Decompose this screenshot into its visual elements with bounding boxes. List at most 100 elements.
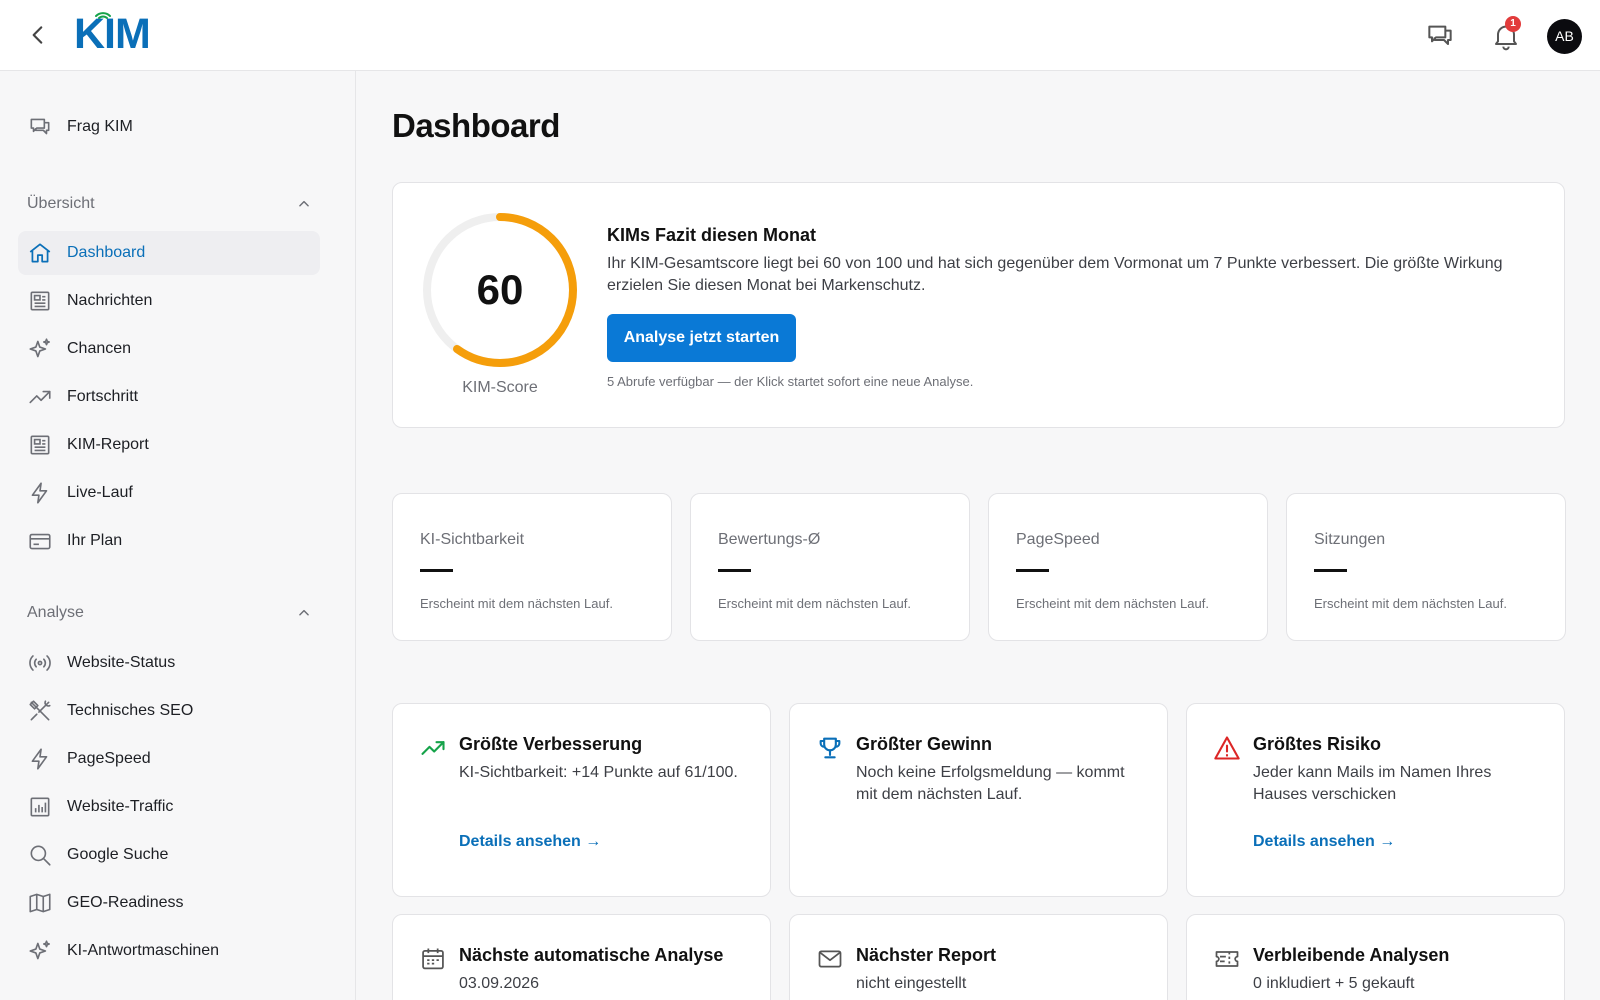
metric-empty-dash	[420, 569, 453, 572]
summary-title: KIMs Fazit diesen Monat	[607, 225, 817, 245]
highlight-card-improvement: Größte Verbesserung KI-Sichtbarkeit: +14…	[392, 703, 771, 897]
chat-bubbles-icon	[30, 118, 50, 135]
trophy-icon	[819, 737, 841, 759]
sidebar-item-frag-kim[interactable]: Frag KIM	[18, 105, 320, 149]
trend-up-icon	[421, 741, 445, 755]
chevron-up-icon	[299, 609, 309, 616]
credit-card-icon	[29, 533, 51, 550]
score-label: KIM-Score	[462, 379, 538, 396]
details-link[interactable]: Details ansehen →	[459, 833, 601, 851]
sidebar-item-label: Ihr Plan	[67, 532, 123, 549]
sidebar-item-kim-report[interactable]: KIM-Report	[18, 423, 320, 467]
sidebar-item-fortschritt[interactable]: Fortschritt	[18, 375, 320, 419]
highlight-text: Jeder kann Mails im Namen Ihres Hauses v…	[1253, 764, 1492, 803]
metric-label: Bewertungs-Ø	[718, 531, 821, 548]
sidebar-item-label: Live-Lauf	[67, 484, 133, 501]
newspaper-icon	[30, 291, 50, 311]
highlight-text: KI-Sichtbarkeit: +14 Punkte auf 61/100.	[459, 764, 738, 781]
newspaper-icon	[30, 435, 50, 455]
highlight-title: Größter Gewinn	[856, 734, 993, 754]
schedule-title: Verbleibende Analysen	[1253, 945, 1450, 965]
sidebar-item-label: PageSpeed	[67, 750, 151, 767]
tools-icon	[29, 700, 51, 721]
main-content: Dashboard 60 KIM-Score KIMs Fazit diesen…	[356, 71, 1600, 1000]
trend-up-icon	[29, 390, 51, 404]
back-button[interactable]	[25, 22, 51, 48]
broadcast-icon	[29, 655, 51, 671]
sidebar-item-ki-antwortmaschinen[interactable]: KI-Antwortmaschinen	[18, 929, 320, 973]
home-icon	[29, 243, 51, 263]
sidebar-item-label: KIM-Report	[67, 436, 149, 453]
chevron-left-icon	[32, 26, 43, 44]
highlight-card-gain: Größter Gewinn Noch keine Erfolgsmeldung…	[789, 703, 1168, 897]
metric-empty-dash	[1016, 569, 1049, 572]
metric-card-sitzungen: Sitzungen Erscheint mit dem nächsten Lau…	[1286, 493, 1566, 641]
map-icon	[29, 893, 51, 913]
sidebar-item-label: Fortschritt	[67, 388, 139, 405]
calendar-icon	[422, 948, 444, 970]
section-label: Analyse	[27, 604, 84, 621]
sidebar-item-ihr-plan[interactable]: Ihr Plan	[18, 519, 320, 563]
sidebar-item-label: Nachrichten	[67, 292, 153, 309]
details-link[interactable]: Details ansehen →	[1253, 833, 1395, 851]
sidebar-item-geo-readiness[interactable]: GEO-Readiness	[18, 881, 320, 925]
schedule-title: Nächster Report	[856, 945, 997, 965]
metric-label: KI-Sichtbarkeit	[420, 531, 525, 548]
analysis-hint: 5 Abrufe verfügbar — der Klick startet s…	[607, 374, 974, 389]
metric-empty-dash	[1314, 569, 1347, 572]
metric-hint: Erscheint mit dem nächsten Lauf.	[1314, 596, 1507, 611]
schedule-card-remaining: Verbleibende Analysen 0 inkludiert + 5 g…	[1186, 914, 1565, 1000]
section-toggle-overview[interactable]: Übersicht	[27, 192, 311, 216]
sidebar-item-label: Technisches SEO	[67, 702, 194, 719]
sidebar-item-nachrichten[interactable]: Nachrichten	[18, 279, 320, 323]
sidebar-item-google-suche[interactable]: Google Suche	[18, 833, 320, 877]
schedule-value: nicht eingestellt	[856, 975, 967, 992]
sidebar-item-label: Website-Traffic	[67, 798, 174, 815]
lightning-icon	[31, 482, 48, 504]
sidebar-item-live-lauf[interactable]: Live-Lauf	[18, 471, 320, 515]
page-title: Dashboard	[392, 107, 560, 144]
metric-empty-dash	[718, 569, 751, 572]
section-toggle-analysis[interactable]: Analyse	[27, 601, 311, 625]
metric-hint: Erscheint mit dem nächsten Lauf.	[718, 596, 911, 611]
highlight-title: Größte Verbesserung	[459, 734, 643, 754]
lightning-icon	[31, 748, 48, 770]
sidebar-item-website-traffic[interactable]: Website-Traffic	[18, 785, 320, 829]
sidebar-item-technisches-seo[interactable]: Technisches SEO	[18, 689, 320, 733]
highlight-title: Größtes Risiko	[1253, 734, 1382, 754]
bar-chart-icon	[30, 797, 50, 817]
notification-count-badge: 1	[1505, 16, 1521, 32]
metric-card-pagespeed: PageSpeed Erscheint mit dem nächsten Lau…	[988, 493, 1268, 641]
sidebar-item-label: KI-Antwortmaschinen	[67, 942, 220, 959]
avatar[interactable]: AB	[1547, 19, 1582, 54]
metric-card-ki-sichtbarkeit: KI-Sichtbarkeit Erscheint mit dem nächst…	[392, 493, 672, 641]
sparkles-icon	[29, 940, 51, 960]
ticket-icon	[1215, 951, 1239, 967]
schedule-title: Nächste automatische Analyse	[459, 945, 724, 965]
sidebar-item-chancen[interactable]: Chancen	[18, 327, 320, 371]
search-icon	[30, 845, 51, 866]
sidebar-item-label: Google Suche	[67, 846, 169, 863]
chat-button[interactable]	[1424, 20, 1456, 52]
sidebar-item-dashboard[interactable]: Dashboard	[18, 231, 320, 275]
summary-text: Ihr KIM-Gesamtscore liegt bei 60 von 100…	[607, 255, 1503, 294]
start-analysis-button[interactable]: Analyse jetzt starten	[607, 314, 796, 362]
sidebar-item-label: Dashboard	[67, 244, 146, 261]
schedule-value: 03.09.2026	[459, 975, 540, 992]
metric-hint: Erscheint mit dem nächsten Lauf.	[1016, 596, 1209, 611]
sparkles-icon	[29, 338, 51, 358]
warning-icon	[1214, 736, 1240, 760]
sidebar-item-website-status[interactable]: Website-Status	[18, 641, 320, 685]
sidebar: Frag KIM Übersicht Dashboard Nachrichten…	[0, 71, 356, 1000]
mail-icon	[818, 950, 842, 968]
chevron-up-icon	[299, 200, 309, 207]
sidebar-item-label: Website-Status	[67, 654, 176, 671]
highlight-card-risk: Größtes Risiko Jeder kann Mails im Namen…	[1186, 703, 1565, 897]
metric-card-bewertungen: Bewertungs-Ø Erscheint mit dem nächsten …	[690, 493, 970, 641]
signal-wave-icon	[95, 12, 111, 19]
schedule-card-next-report: Nächster Report nicht eingestellt	[789, 914, 1168, 1000]
section-label: Übersicht	[27, 195, 95, 212]
schedule-value: 0 inkludiert + 5 gekauft	[1253, 975, 1415, 992]
sidebar-item-pagespeed[interactable]: PageSpeed	[18, 737, 320, 781]
highlight-text: Noch keine Erfolgsmeldung — kommt mit de…	[856, 764, 1125, 803]
